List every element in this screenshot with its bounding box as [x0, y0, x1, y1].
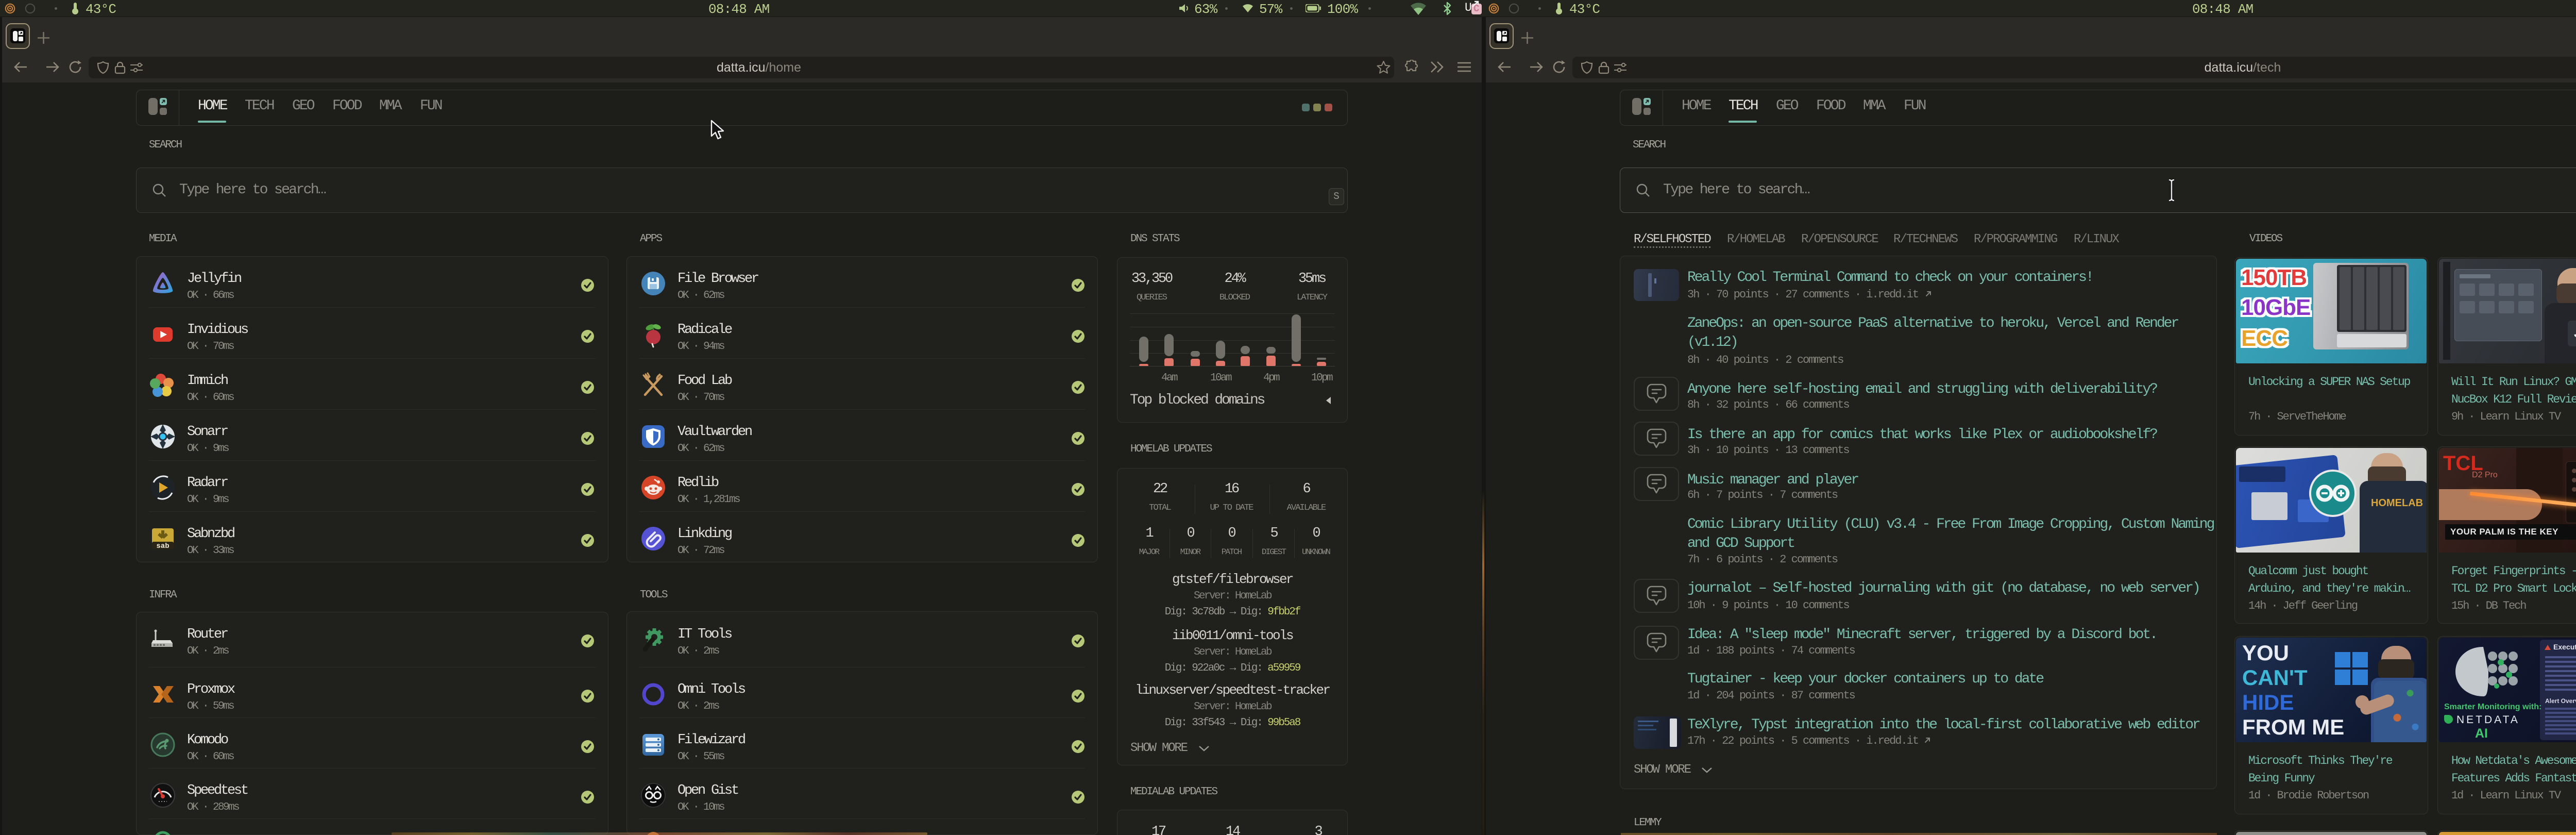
svg-text:sab: sab [156, 542, 169, 550]
